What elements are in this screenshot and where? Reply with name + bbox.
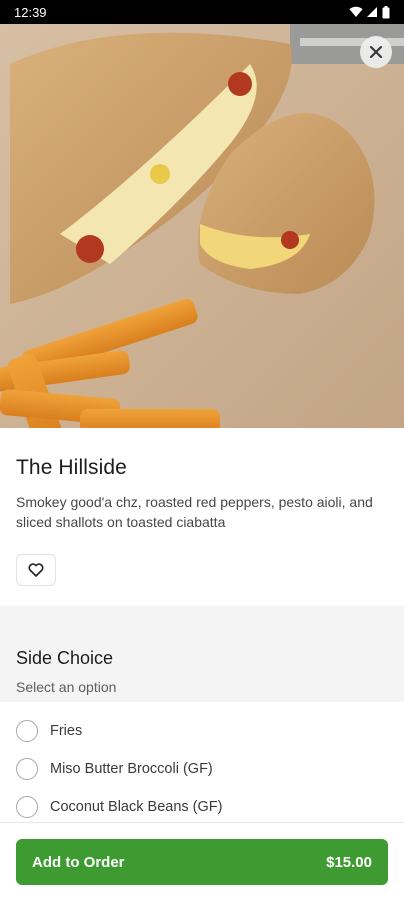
footer-bar: Add to Order $15.00 [0, 822, 404, 900]
item-photo [0, 24, 404, 428]
status-bar: 12:39 [0, 0, 404, 24]
item-title: The Hillside [16, 456, 127, 479]
side-choice-header: Side Choice Select an option [16, 648, 116, 695]
side-choice-subtitle: Select an option [16, 679, 117, 695]
close-button[interactable] [360, 36, 392, 68]
status-icons [349, 5, 390, 19]
option-fries[interactable]: Fries [0, 712, 404, 750]
order-price: $15.00 [326, 853, 372, 871]
favorite-button[interactable] [16, 554, 56, 586]
option-label: Fries [50, 723, 83, 739]
heart-icon [28, 563, 44, 577]
radio-button[interactable] [16, 720, 38, 742]
close-icon [370, 46, 382, 58]
add-to-order-button[interactable]: Add to Order $15.00 [16, 839, 388, 885]
option-miso-butter-broccoli[interactable]: Miso Butter Broccoli (GF) [0, 750, 404, 788]
battery-icon [382, 5, 390, 18]
side-choice-title: Side Choice [16, 648, 114, 668]
item-description: Smokey good'a chz, roasted red peppers, … [16, 494, 373, 530]
wifi-icon [349, 6, 363, 18]
radio-button[interactable] [16, 758, 38, 780]
radio-button[interactable] [16, 796, 38, 818]
item-info: The Hillside Smokey good'a chz, roasted … [0, 428, 404, 586]
signal-icon [367, 7, 377, 17]
side-choice-options: Fries Miso Butter Broccoli (GF) Coconut … [0, 712, 404, 826]
add-to-order-label: Add to Order [32, 853, 125, 871]
option-label: Miso Butter Broccoli (GF) [50, 761, 213, 777]
option-coconut-black-beans[interactable]: Coconut Black Beans (GF) [0, 788, 404, 826]
option-label: Coconut Black Beans (GF) [50, 799, 223, 815]
status-time: 12:39 [14, 4, 47, 20]
